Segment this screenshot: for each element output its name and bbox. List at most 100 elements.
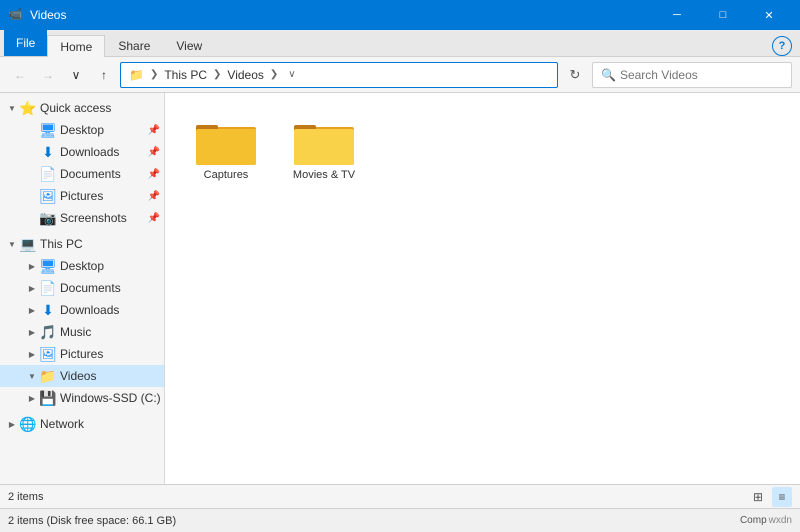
network-header[interactable]: 🌐 Network	[0, 413, 164, 435]
documents-expand-qa	[24, 166, 40, 182]
quick-access-label: Quick access	[40, 101, 111, 115]
this-pc-header[interactable]: 💻 This PC	[0, 233, 164, 255]
app-icon: 📹	[8, 7, 24, 23]
sidebar-item-pictures-pc[interactable]: 🖼 Pictures	[0, 343, 164, 365]
sidebar-item-documents-pc[interactable]: 📄 Documents	[0, 277, 164, 299]
pictures-icon-qa: 🖼	[40, 188, 56, 204]
folder-movies[interactable]: Movies & TV	[279, 109, 369, 189]
address-segment-thispc[interactable]: This PC	[164, 68, 207, 82]
sidebar-item-screenshots-qa[interactable]: 📷 Screenshots 📌	[0, 207, 164, 229]
minimize-button[interactable]: ─	[654, 0, 700, 30]
desktop-label-pc: Desktop	[60, 259, 104, 273]
close-button[interactable]: ✕	[746, 0, 792, 30]
back-button[interactable]: ←	[8, 63, 32, 87]
address-bar[interactable]: 📁 ❯ This PC ❯ Videos ❯ ∨	[120, 62, 558, 88]
music-expand-pc[interactable]	[24, 324, 40, 340]
downloads-expand-qa	[24, 144, 40, 160]
disk-free-label: 2 items (Disk free space: 66.1 GB)	[8, 515, 176, 527]
network-expand[interactable]	[4, 416, 20, 432]
refresh-button[interactable]: ↻	[562, 62, 588, 88]
search-bar[interactable]: 🔍	[592, 62, 792, 88]
folder-movies-icon	[294, 117, 354, 165]
sidebar-item-documents-qa[interactable]: 📄 Documents 📌	[0, 163, 164, 185]
sidebar-item-desktop-qa[interactable]: 🖥 Desktop 📌	[0, 119, 164, 141]
downloads-icon-pc: ⬇	[40, 302, 56, 318]
item-count: 2 items	[8, 491, 43, 503]
tab-view[interactable]: View	[163, 34, 215, 56]
ssd-expand-pc[interactable]	[24, 390, 40, 406]
address-chevron-2: ❯	[213, 69, 221, 80]
this-pc-label: This PC	[40, 237, 83, 251]
downloads-label-qa: Downloads	[60, 145, 119, 159]
up-button[interactable]: ↑	[92, 63, 116, 87]
documents-expand-pc[interactable]	[24, 280, 40, 296]
music-label-pc: Music	[60, 325, 91, 339]
desktop-icon: 🖥	[40, 122, 56, 138]
documents-pin: 📌	[148, 169, 160, 180]
sidebar-item-downloads-pc[interactable]: ⬇ Downloads	[0, 299, 164, 321]
view-icon-grid[interactable]: ⊞	[748, 487, 768, 507]
pictures-expand-qa	[24, 188, 40, 204]
sidebar-item-desktop-pc[interactable]: 🖥 Desktop	[0, 255, 164, 277]
pictures-expand-pc[interactable]	[24, 346, 40, 362]
recent-locations-button[interactable]: ∨	[64, 63, 88, 87]
this-pc-expand[interactable]	[4, 236, 20, 252]
pictures-label-qa: Pictures	[60, 189, 103, 203]
screenshots-icon-qa: 📷	[40, 210, 56, 226]
desktop-expand-pc[interactable]	[24, 258, 40, 274]
folder-captures-icon	[196, 117, 256, 165]
screenshots-pin: 📌	[148, 213, 160, 224]
pictures-label-pc: Pictures	[60, 347, 103, 361]
sidebar: ⭐ Quick access 🖥 Desktop 📌 ⬇ Downloads 📌	[0, 93, 165, 484]
videos-expand-pc[interactable]	[24, 368, 40, 384]
maximize-button[interactable]: □	[700, 0, 746, 30]
downloads-label-pc: Downloads	[60, 303, 119, 317]
ribbon: File Home Share View ?	[0, 30, 800, 57]
music-icon-pc: 🎵	[40, 324, 56, 340]
forward-button[interactable]: →	[36, 63, 60, 87]
address-dropdown-btn[interactable]: ∨	[288, 69, 295, 80]
videos-icon-pc: 📁	[40, 368, 56, 384]
search-input[interactable]	[620, 68, 783, 82]
address-segment-videos[interactable]: Videos	[227, 68, 263, 82]
quick-access-header[interactable]: ⭐ Quick access	[0, 97, 164, 119]
tab-share[interactable]: Share	[105, 34, 163, 56]
view-icon-list[interactable]: ≡	[772, 487, 792, 507]
network-section: 🌐 Network	[0, 413, 164, 435]
folder-movies-svg	[294, 117, 354, 165]
address-chevron-3: ❯	[270, 69, 278, 80]
address-folder-icon: 📁	[129, 68, 144, 82]
sidebar-item-pictures-qa[interactable]: 🖼 Pictures 📌	[0, 185, 164, 207]
downloads-expand-pc[interactable]	[24, 302, 40, 318]
videos-label-pc: Videos	[60, 369, 96, 383]
star-icon: ⭐	[20, 100, 36, 116]
downloads-pin: 📌	[148, 147, 160, 158]
folder-captures[interactable]: Captures	[181, 109, 271, 189]
screenshots-expand-qa	[24, 210, 40, 226]
quick-access-section: ⭐ Quick access 🖥 Desktop 📌 ⬇ Downloads 📌	[0, 97, 164, 229]
help-area: ?	[772, 36, 796, 56]
desktop-pin: 📌	[148, 125, 160, 136]
taskbar-text: Comp	[740, 515, 767, 526]
quick-access-expand[interactable]	[4, 100, 20, 116]
sidebar-item-videos-pc[interactable]: 📁 Videos	[0, 365, 164, 387]
documents-icon-qa: 📄	[40, 166, 56, 182]
sidebar-item-ssd-pc[interactable]: 💾 Windows-SSD (C:)	[0, 387, 164, 409]
tab-file[interactable]: File	[4, 30, 47, 56]
sidebar-item-downloads-qa[interactable]: ⬇ Downloads 📌	[0, 141, 164, 163]
desktop-icon-pc: 🖥	[40, 258, 56, 274]
main-layout: ⭐ Quick access 🖥 Desktop 📌 ⬇ Downloads 📌	[0, 93, 800, 484]
title-bar: 📹 Videos ─ □ ✕	[0, 0, 800, 30]
ribbon-tab-bar: File Home Share View ?	[0, 30, 800, 56]
window-title: Videos	[30, 8, 654, 22]
content-area: Captures Movies & TV	[165, 93, 800, 484]
status-bar-right: ⊞ ≡	[748, 487, 792, 507]
this-pc-section: 💻 This PC 🖥 Desktop 📄 Documents ⬇ Downl	[0, 233, 164, 409]
disk-info-bar: 2 items (Disk free space: 66.1 GB) Comp …	[0, 508, 800, 532]
tab-home[interactable]: Home	[47, 35, 105, 57]
address-chevron-1: ❯	[150, 69, 158, 80]
help-button[interactable]: ?	[772, 36, 792, 56]
sidebar-item-music-pc[interactable]: 🎵 Music	[0, 321, 164, 343]
folder-captures-svg	[196, 117, 256, 165]
toolbar: ← → ∨ ↑ 📁 ❯ This PC ❯ Videos ❯ ∨ ↻ 🔍	[0, 57, 800, 93]
